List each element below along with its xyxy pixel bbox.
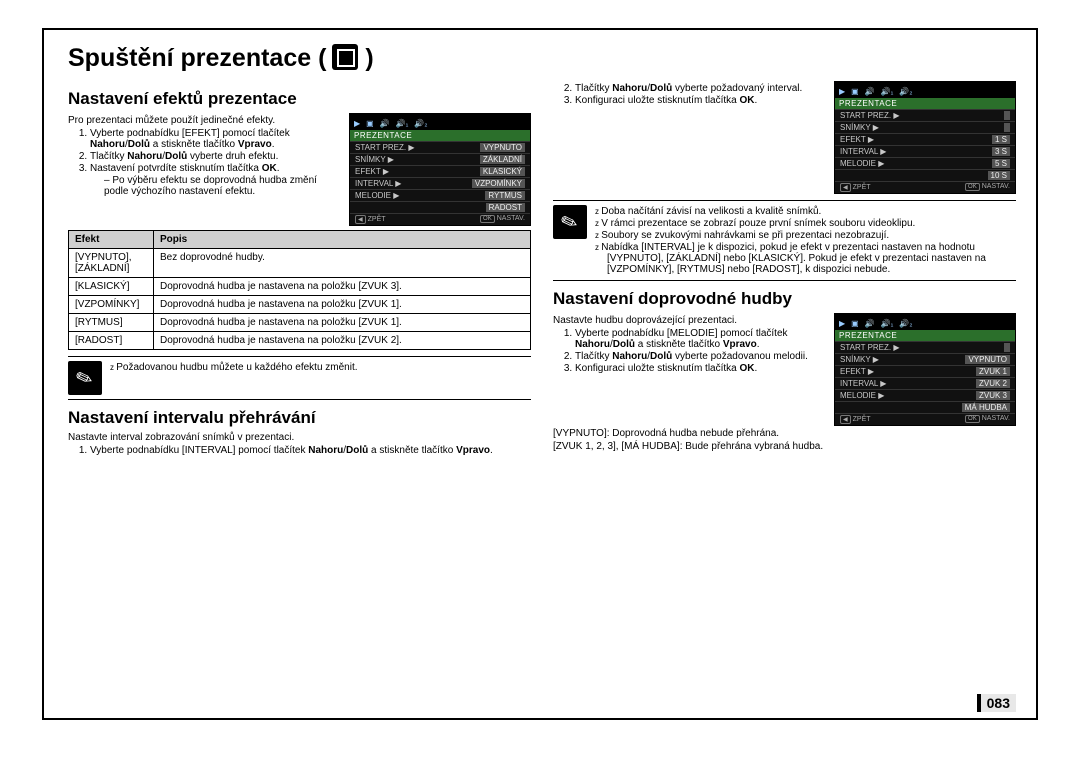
section-heading-interval: Nastavení intervalu přehrávání xyxy=(68,408,531,428)
page-title: Spuštění prezentace ( ) xyxy=(68,44,1016,73)
lcd-screenshot-music: ▶▣🔊🔊₁🔊₂PREZENTACESTART PREZ. ▶SNÍMKY ▶VY… xyxy=(834,313,1016,426)
note-text: Nabídka [INTERVAL] je k dispozici, pokud… xyxy=(595,242,1016,275)
manual-page: Spuštění prezentace ( ) Nastavení efektů… xyxy=(42,28,1038,720)
intro-text: Pro prezentaci můžete použít jedinečné e… xyxy=(68,115,339,126)
note-text: Doba načítání závisí na velikosti a kval… xyxy=(595,206,1016,217)
slideshow-icon xyxy=(332,44,358,70)
intro-text: Nastavte hudbu doprovázející prezentaci. xyxy=(553,315,824,326)
note-text: Požadovanou hudbu můžete u každého efekt… xyxy=(110,362,358,373)
lcd-screenshot-effects: ▶▣🔊🔊₁🔊₂PREZENTACESTART PREZ. ▶VYPNUTOSNÍ… xyxy=(349,113,531,226)
page-number: 083 xyxy=(977,694,1016,712)
table-row: [RADOST] xyxy=(69,332,154,350)
note-block: Doba načítání závisí na velikosti a kval… xyxy=(553,200,1016,281)
table-row: [KLASICKÝ] xyxy=(69,278,154,296)
note-icon xyxy=(68,361,102,395)
section-heading-effects: Nastavení efektů prezentace xyxy=(68,89,531,109)
table-row: [VYPNUTO], [ZÁKLADNÍ] xyxy=(69,249,154,278)
right-column: Tlačítky Nahoru/Dolů vyberte požadovaný … xyxy=(553,81,1016,462)
note-icon xyxy=(553,205,587,239)
steps-music: Vyberte podnabídku [MELODIE] pomocí tlač… xyxy=(553,328,824,374)
table-row: [RYTMUS] xyxy=(69,314,154,332)
music-off-line: [VYPNUTO]: Doprovodná hudba nebude přehr… xyxy=(553,428,1016,439)
lcd-screenshot-interval: ▶▣🔊🔊₁🔊₂PREZENTACESTART PREZ. ▶SNÍMKY ▶EF… xyxy=(834,81,1016,194)
substep: Po výběru efektu se doprovodná hudba změ… xyxy=(104,175,339,197)
th-desc: Popis xyxy=(154,231,531,249)
left-column: Nastavení efektů prezentace Pro prezenta… xyxy=(68,81,531,462)
steps-interval: Vyberte podnabídku [INTERVAL] pomocí tla… xyxy=(68,445,531,456)
music-on-line: [ZVUK 1, 2, 3], [MÁ HUDBA]: Bude přehrán… xyxy=(553,441,1016,452)
intro-text: Nastavte interval zobrazování snímků v p… xyxy=(68,432,531,443)
section-heading-music: Nastavení doprovodné hudby xyxy=(553,289,1016,309)
note-text: V rámci prezentace se zobrazí pouze prvn… xyxy=(595,218,1016,229)
note-block: Požadovanou hudbu můžete u každého efekt… xyxy=(68,356,531,400)
table-row: [VZPOMÍNKY] xyxy=(69,296,154,314)
effects-table: Efekt Popis [VYPNUTO], [ZÁKLADNÍ]Bez dop… xyxy=(68,230,531,350)
steps-effects: Vyberte podnabídku [EFEKT] pomocí tlačít… xyxy=(68,128,339,197)
th-effect: Efekt xyxy=(69,231,154,249)
note-text: Soubory se zvukovými nahrávkami se při p… xyxy=(595,230,1016,241)
steps-interval-cont: Tlačítky Nahoru/Dolů vyberte požadovaný … xyxy=(553,83,824,106)
